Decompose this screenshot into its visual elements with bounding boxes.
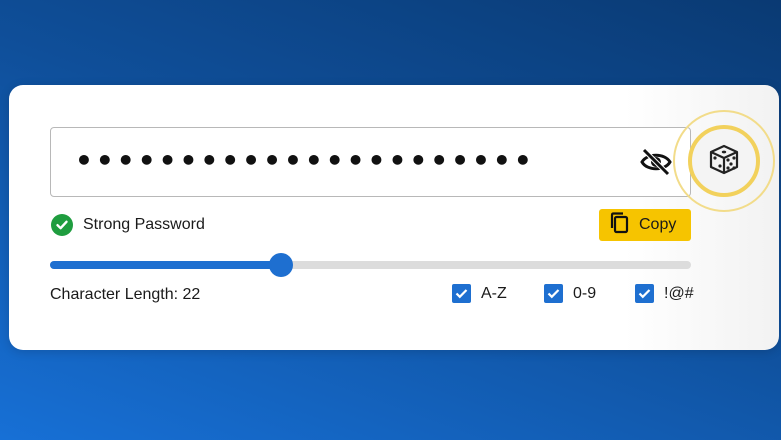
- generate-password-button[interactable]: [688, 125, 760, 197]
- option-symbols-label: !@#: [664, 284, 694, 302]
- strength-text: Strong Password: [83, 216, 205, 233]
- generate-focus-ring: [673, 110, 775, 212]
- password-generator-card: •••••••••••••••••••••• Strong Password C…: [9, 85, 779, 350]
- option-uppercase-label: A-Z: [481, 284, 507, 302]
- checkbox-symbols[interactable]: [635, 284, 654, 303]
- dice-icon: [707, 142, 741, 181]
- checkbox-numbers[interactable]: [544, 284, 563, 303]
- character-length-label: Character Length: 22: [50, 286, 201, 303]
- copy-label: Copy: [639, 216, 677, 233]
- copy-icon: [609, 211, 629, 239]
- length-slider[interactable]: [50, 253, 691, 277]
- slider-fill: [50, 261, 281, 269]
- password-field[interactable]: ••••••••••••••••••••••: [50, 127, 691, 197]
- check-circle-icon: [51, 214, 73, 236]
- option-numbers[interactable]: 0-9: [544, 284, 596, 303]
- eye-off-icon[interactable]: [640, 148, 672, 176]
- password-value: ••••••••••••••••••••••: [75, 144, 535, 177]
- option-numbers-label: 0-9: [573, 284, 597, 302]
- option-symbols[interactable]: !@#: [635, 284, 694, 303]
- strength-indicator: Strong Password: [51, 214, 205, 236]
- checkbox-uppercase[interactable]: [452, 284, 471, 303]
- copy-button[interactable]: Copy: [599, 209, 691, 241]
- option-uppercase[interactable]: A-Z: [452, 284, 507, 303]
- slider-thumb[interactable]: [268, 253, 293, 277]
